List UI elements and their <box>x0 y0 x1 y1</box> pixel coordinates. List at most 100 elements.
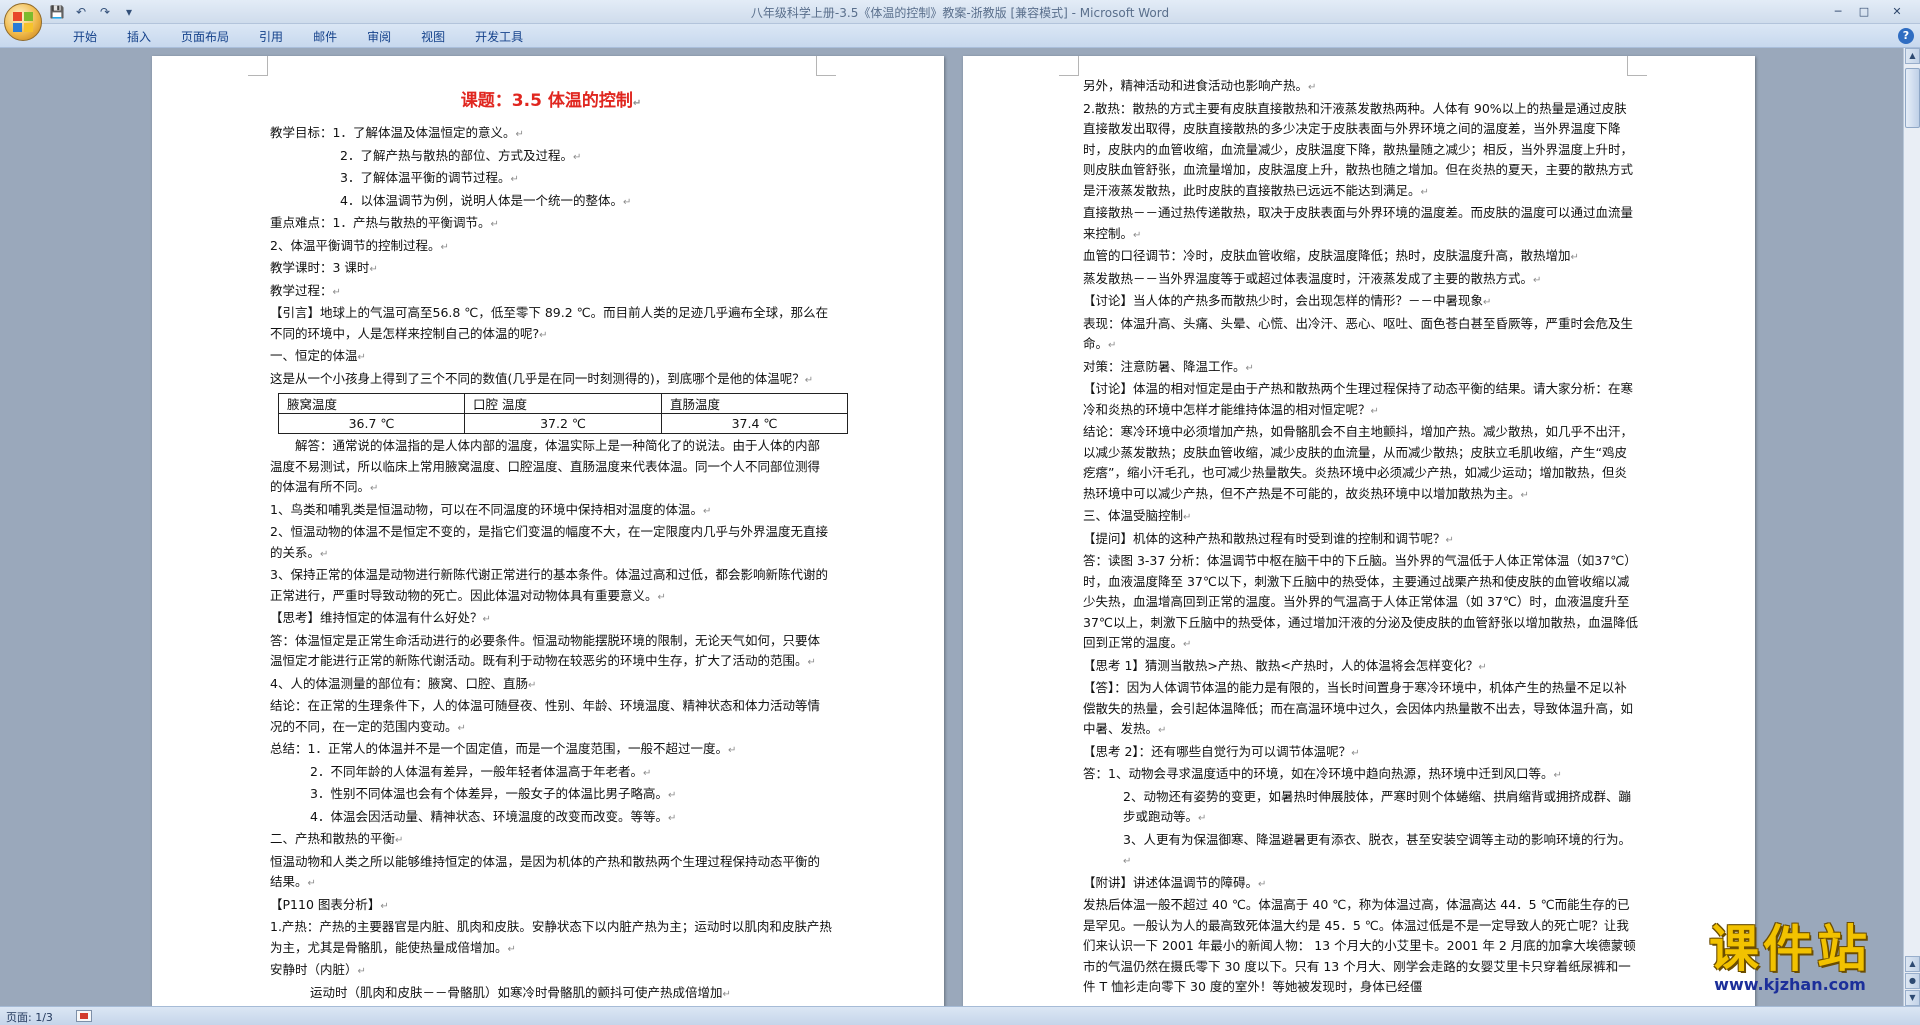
paragraph: 2、体温平衡调节的控制过程。↵ <box>270 237 449 253</box>
select-browse-object-icon[interactable]: ● <box>1905 973 1920 989</box>
table-header-cell: 口腔 温度 <box>463 393 662 414</box>
paragraph: 重点难点：1．产热与散热的平衡调节。↵ <box>270 215 499 230</box>
table-cell: 37.2 ℃ <box>463 413 662 434</box>
paragraph: 3．了解体温平衡的调节过程。↵ <box>340 170 519 185</box>
vertical-scrollbar[interactable]: ▲ ▲ ● ▼ <box>1903 48 1920 1006</box>
maximize-icon[interactable]: □ <box>1852 2 1876 20</box>
paragraph: 运动时（肌肉和皮肤－－骨骼肌）如寒冷时骨骼肌的颤抖可使产热成倍增加↵ <box>310 984 731 1000</box>
page-margin-corner <box>248 56 268 76</box>
paragraph: 表现：体温升高、头痛、头晕、心慌、出冷汗、恶心、呕吐、面色苍白甚至昏厥等，严重时… <box>1083 315 1634 352</box>
paragraph: 答：体温恒定是正常生命活动进行的必要条件。恒温动物能摆脱环境的限制，无论天气如何… <box>270 632 821 669</box>
watermark-logo: 课件站 <box>1709 920 1871 978</box>
paragraph: 3、保持正常的体温是动物进行新陈代谢正常进行的基本条件。体温过高和过低，都会影响… <box>270 567 828 603</box>
paragraph: 3、人更有为保温御寒、降温避暑更有添衣、脱衣，甚至安装空调等主动的影响环境的行为… <box>1123 831 1631 868</box>
paragraph: 对策：注意防暑、降温工作。↵ <box>1083 358 1254 374</box>
paragraph: 【答】：因为人体调节体温的能力是有限的，当长时间置身于寒冷环境中，机体产生的热量… <box>1083 680 1634 736</box>
paragraph: 恒温动物和人类之所以能够维持恒定的体温，是因为机体的产热和散热两个生理过程保持动… <box>270 853 821 890</box>
paragraph: 答：1、动物会寻求温度适中的环境，如在冷环境中趋向热源，热环境中迁到风口等。↵ <box>1083 766 1562 781</box>
table-cell: 37.4 ℃ <box>660 413 849 434</box>
document-area: 课题：3.5 体温的控制↵ 教学目标：1．了解体温及体温恒定的意义。↵ 2．了解… <box>0 48 1903 1006</box>
paragraph: 4．以体温调节为例，说明人体是一个统一的整体。↵ <box>340 192 632 208</box>
table-header-cell: 腋窝温度 <box>278 393 465 414</box>
paragraph: 【讨论】当人体的产热多而散热少时，会出现怎样的情形？－－中暑现象↵ <box>1083 293 1492 308</box>
status-bar: 页面: 1/3 <box>0 1006 1920 1025</box>
scroll-thumb[interactable] <box>1905 68 1920 128</box>
paragraph: 【P110 图表分析】↵ <box>270 896 389 912</box>
page-2-content[interactable]: 另外，精神活动和进食活动也影响产热。↵ 2.散热：散热的方式主要有皮肤直接散热和… <box>1083 76 1639 998</box>
paragraph: 2.散热：散热的方式主要有皮肤直接散热和汗液蒸发散热两种。人体有 90%以上的热… <box>1083 100 1634 198</box>
paragraph: 总结：1．正常人的体温并不是一个固定值，而是一个温度范围，一般不超过一度。↵ <box>270 741 737 756</box>
paragraph: 教学课时：3 课时↵ <box>270 260 378 275</box>
document-page-2: 另外，精神活动和进食活动也影响产热。↵ 2.散热：散热的方式主要有皮肤直接散热和… <box>963 56 1755 1006</box>
next-page-icon[interactable]: ▼ <box>1905 990 1920 1006</box>
minimize-icon[interactable]: ─ <box>1826 2 1850 20</box>
office-button[interactable] <box>4 3 42 41</box>
page-margin-corner <box>816 56 836 76</box>
page-margin-corner <box>1059 56 1079 76</box>
paragraph: 结论：在正常的生理条件下，人的体温可随昼夜、性别、年龄、环境温度、精神状态和体力… <box>270 698 821 734</box>
previous-page-icon[interactable]: ▲ <box>1905 956 1920 972</box>
paragraph: 4．体温会因活动量、精神状态、环境温度的改变而改变。等等。↵ <box>310 808 677 824</box>
help-icon[interactable]: ? <box>1898 28 1914 44</box>
tab-review[interactable]: 审阅 <box>352 28 406 46</box>
section-heading: 二、产热和散热的平衡↵ <box>270 831 404 846</box>
paragraph: 教学目标：1．了解体温及体温恒定的意义。↵ <box>270 125 524 140</box>
page-1-content[interactable]: 课题：3.5 体温的控制↵ 教学目标：1．了解体温及体温恒定的意义。↵ 2．了解… <box>270 86 849 1005</box>
tab-references[interactable]: 引用 <box>244 28 298 46</box>
paragraph: 蒸发散热－－当外界温度等于或超过体表温度时，汗液蒸发成了主要的散热方式。↵ <box>1083 270 1542 286</box>
paragraph: 【思考 2】：还有哪些自觉行为可以调节体温呢？↵ <box>1083 743 1360 759</box>
paragraph: 【讨论】体温的相对恒定是由于产热和散热两个生理过程保持了动态平衡的结果。请大家分… <box>1083 381 1634 417</box>
document-page-1: 课题：3.5 体温的控制↵ 教学目标：1．了解体温及体温恒定的意义。↵ 2．了解… <box>152 56 944 1006</box>
temperature-table: 腋窝温度 口腔 温度 直肠温度 36.7 ℃ 37.2 ℃ 37.4 ℃ <box>278 393 849 434</box>
paragraph: 2、恒温动物的体温不是恒定不变的，是指它们变温的幅度不大，在一定限度内几乎与外界… <box>270 524 828 560</box>
tab-developer[interactable]: 开发工具 <box>460 28 538 46</box>
paragraph: 2．了解产热与散热的部位、方式及过程。↵ <box>340 147 582 163</box>
paragraph: 【思考 1】猜测当散热>产热、散热<产热时，人的体温将会怎样变化？↵ <box>1083 657 1487 673</box>
paragraph: 【提问】机体的这种产热和散热过程有时受到谁的控制和调节呢？↵ <box>1083 530 1454 546</box>
tab-mailings[interactable]: 邮件 <box>298 28 352 46</box>
ribbon-tabs-bar: 开始 插入 页面布局 引用 邮件 审阅 视图 开发工具 ? <box>0 24 1920 48</box>
paragraph: 【思考】维持恒定的体温有什么好处？↵ <box>270 610 491 625</box>
watermark-url: www.kjzhan.com <box>1714 975 1866 994</box>
table-row: 腋窝温度 口腔 温度 直肠温度 <box>278 393 849 414</box>
table-cell: 36.7 ℃ <box>278 413 465 434</box>
ribbon-tabs: 开始 插入 页面布局 引用 邮件 审阅 视图 开发工具 <box>58 28 538 46</box>
macro-record-icon[interactable] <box>76 1010 92 1022</box>
paragraph: 发热后体温一般不超过 40 ℃。体温高于 40 ℃，称为体温过高，体温高达 44… <box>1083 897 1636 994</box>
window-title: 八年级科学上册-3.5《体温的控制》教案-浙教版 [兼容模式] - Micros… <box>750 6 1170 20</box>
paragraph: 2、动物还有姿势的变更，如暑热时伸展肢体，严寒时则个体蜷缩、拱肩缩背或拥挤成群、… <box>1123 788 1631 825</box>
table-header-cell: 直肠温度 <box>660 393 849 414</box>
paragraph: 解答：通常说的体温指的是人体内部的温度，体温实际上是一种简化了的说法。由于人体的… <box>270 438 821 494</box>
paragraph: 这是从一个小孩身上得到了三个不同的数值(几乎是在同一时刻测得的)，到底哪个是他的… <box>270 370 814 386</box>
paragraph: 血管的口径调节：冷时，皮肤血管收缩，皮肤温度降低；热时，皮肤温度升高，散热增加↵ <box>1083 248 1579 263</box>
tab-home[interactable]: 开始 <box>58 28 112 46</box>
window-controls: ─ □ ✕ <box>1826 2 1916 20</box>
document-title: 课题：3.5 体温的控制↵ <box>460 91 642 111</box>
paragraph: 【引言】地球上的气温可高至56.8 ℃，低至零下 89.2 ℃。而目前人类的足迹… <box>270 305 829 341</box>
section-heading: 一、恒定的体温↵ <box>270 348 366 363</box>
watermark: 课件站 www.kjzhan.com <box>1680 922 1900 994</box>
paragraph: 3．性别不同体温也会有个体差异，一般女子的体温比男子略高。↵ <box>310 786 677 801</box>
paragraph: 另外，精神活动和进食活动也影响产热。↵ <box>1083 78 1317 93</box>
office-logo-icon <box>13 12 33 32</box>
tab-view[interactable]: 视图 <box>406 28 460 46</box>
page-margin-corner <box>1627 56 1647 76</box>
scroll-up-icon[interactable]: ▲ <box>1905 48 1920 64</box>
page-count[interactable]: 页面: 1/3 <box>6 1009 53 1025</box>
tab-page-layout[interactable]: 页面布局 <box>166 28 244 46</box>
paragraph: 直接散热－－通过热传递散热，取决于皮肤表面与外界环境的温度差。而皮肤的温度可以通… <box>1083 205 1634 241</box>
paragraph: 安静时（内脏）↵ <box>270 962 366 977</box>
tab-insert[interactable]: 插入 <box>112 28 166 46</box>
paragraph: 1、鸟类和哺乳类是恒温动物，可以在不同温度的环境中保持相对温度的体温。↵ <box>270 501 712 517</box>
section-heading: 三、体温受脑控制↵ <box>1083 508 1192 523</box>
paragraph: 【附讲】讲述体温调节的障碍。↵ <box>1083 874 1267 890</box>
paragraph: 1.产热：产热的主要器官是内脏、肌肉和皮肤。安静状态下以内脏产热为主；运动时以肌… <box>270 919 832 955</box>
paragraph: 2．不同年龄的人体温有差异，一般年轻者体温高于年老者。↵ <box>310 763 652 779</box>
paragraph: 4、人的体温测量的部位有：腋窝、口腔、直肠↵ <box>270 675 537 691</box>
title-bar: 💾 ↶ ↷ ▾ 八年级科学上册-3.5《体温的控制》教案-浙教版 [兼容模式] … <box>0 0 1920 41</box>
table-row: 36.7 ℃ 37.2 ℃ 37.4 ℃ <box>278 413 849 434</box>
close-icon[interactable]: ✕ <box>1878 2 1916 20</box>
paragraph: 结论：寒冷环境中必须增加产热，如骨骼肌会不自主地颤抖，增加产热。减少散热，如几乎… <box>1083 424 1634 501</box>
paragraph: 答：读图 3-37 分析：体温调节中枢在脑干中的下丘脑。当外界的气温低于人体正常… <box>1083 553 1638 650</box>
paragraph: 教学过程：↵ <box>270 282 341 298</box>
